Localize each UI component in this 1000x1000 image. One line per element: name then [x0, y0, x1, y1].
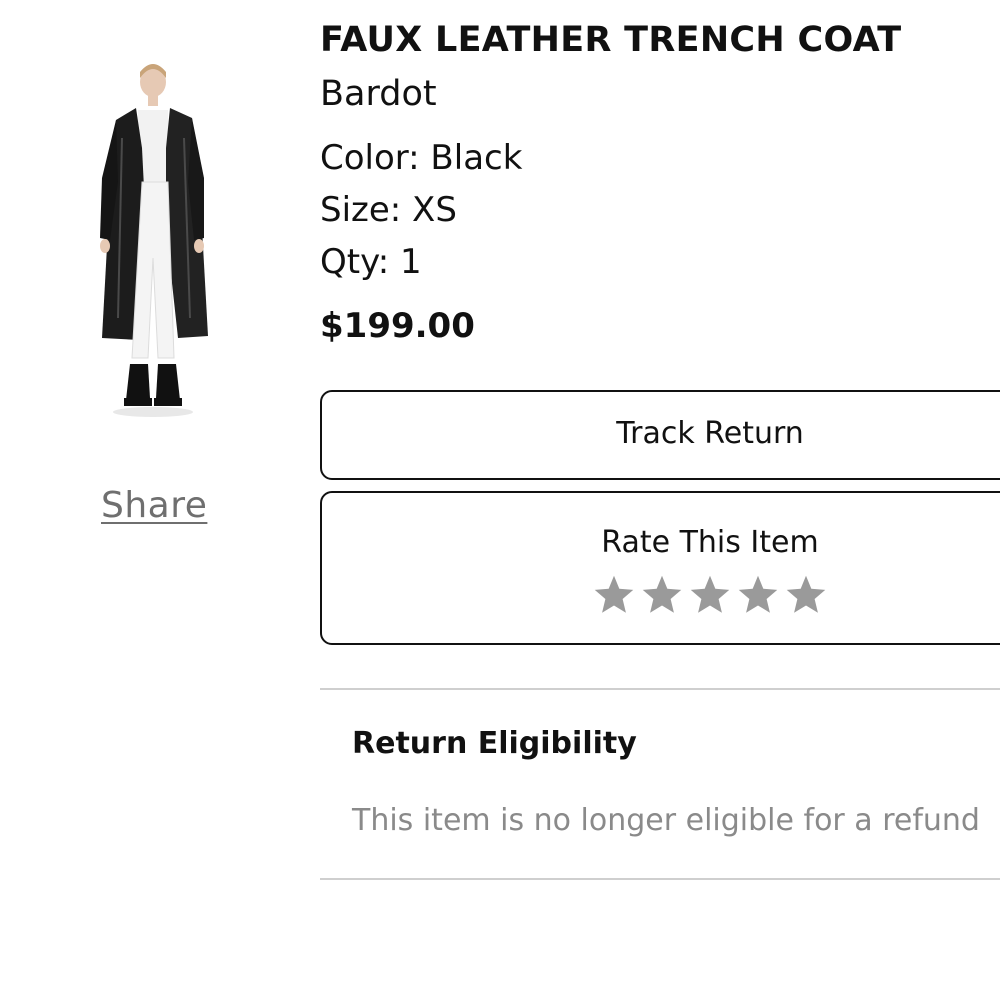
star-icon[interactable]: [592, 573, 636, 617]
product-details: FAUX LEATHER TRENCH COAT Bardot Color: B…: [320, 14, 1000, 354]
product-title: FAUX LEATHER TRENCH COAT: [320, 20, 902, 60]
star-icon[interactable]: [640, 573, 684, 617]
order-item-page: Share FAUX LEATHER TRENCH COAT Bardot Co…: [0, 0, 1000, 1000]
product-brand: Bardot: [320, 74, 437, 114]
star-rating: [592, 573, 828, 617]
divider: [320, 688, 1000, 690]
star-icon[interactable]: [688, 573, 732, 617]
share-link[interactable]: Share: [101, 485, 207, 526]
product-color: Color: Black: [320, 138, 523, 178]
return-eligibility-title: Return Eligibility: [352, 726, 637, 761]
product-photo-icon: [100, 64, 208, 417]
star-icon[interactable]: [736, 573, 780, 617]
product-image[interactable]: [92, 58, 214, 424]
product-quantity: Qty: 1: [320, 242, 422, 282]
star-icon[interactable]: [784, 573, 828, 617]
divider: [320, 878, 1000, 880]
product-price: $199.00: [320, 306, 475, 346]
track-return-label: Track Return: [616, 416, 804, 451]
return-eligibility-message: This item is no longer eligible for a re…: [352, 803, 980, 838]
product-size: Size: XS: [320, 190, 457, 230]
rate-item-panel[interactable]: Rate This Item: [320, 491, 1000, 645]
rate-item-label: Rate This Item: [601, 525, 819, 560]
track-return-button[interactable]: Track Return: [320, 390, 1000, 480]
